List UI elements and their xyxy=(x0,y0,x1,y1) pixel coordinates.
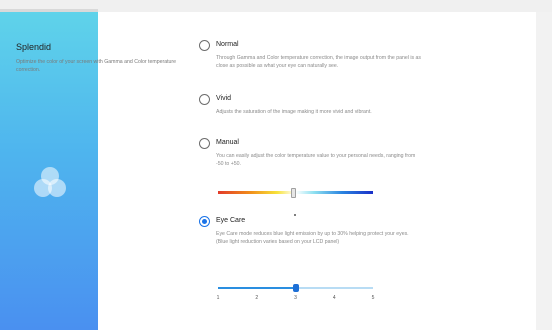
window-top-strip xyxy=(0,0,552,12)
eye-care-tick-3: 3 xyxy=(294,295,297,301)
eye-care-tick-1: 1 xyxy=(216,295,220,301)
right-edge xyxy=(536,12,552,330)
section-description: Optimize the color of your screen with G… xyxy=(16,59,177,73)
eye-care-tick-5: 5 xyxy=(371,295,375,301)
option-manual-description: You can easily adjust the color temperat… xyxy=(216,153,416,167)
color-temperature-slider[interactable] xyxy=(218,188,373,216)
radio-normal[interactable] xyxy=(199,40,210,51)
eye-care-thumb[interactable] xyxy=(292,284,299,292)
radio-vivid[interactable] xyxy=(199,94,210,105)
circles-logo-icon xyxy=(34,167,66,197)
eye-care-tick-4: 4 xyxy=(332,295,336,301)
section-title: Splendid xyxy=(16,42,52,52)
option-normal-description: Through Gamma and Color temperature corr… xyxy=(216,55,422,69)
eye-care-track-fill xyxy=(218,287,296,289)
eye-care-tick-labels: 1 2 3 4 5 xyxy=(217,295,375,303)
option-eye-care-description: Eye Care mode reduces blue light emissio… xyxy=(216,231,409,245)
color-temperature-center-marker xyxy=(294,214,296,216)
option-eye-care-label[interactable]: Eye Care xyxy=(216,217,245,224)
radio-manual[interactable] xyxy=(199,138,210,149)
option-vivid-label[interactable]: Vivid xyxy=(216,95,231,102)
eye-care-tick-2: 2 xyxy=(255,295,259,301)
radio-eye-care[interactable] xyxy=(199,216,210,227)
option-manual-label[interactable]: Manual xyxy=(216,139,239,146)
eye-care-level-slider[interactable]: 1 2 3 4 5 xyxy=(217,281,375,303)
option-normal-label[interactable]: Normal xyxy=(216,41,239,48)
color-temperature-thumb[interactable] xyxy=(291,188,296,198)
option-vivid-description: Adjusts the saturation of the image maki… xyxy=(216,109,372,115)
